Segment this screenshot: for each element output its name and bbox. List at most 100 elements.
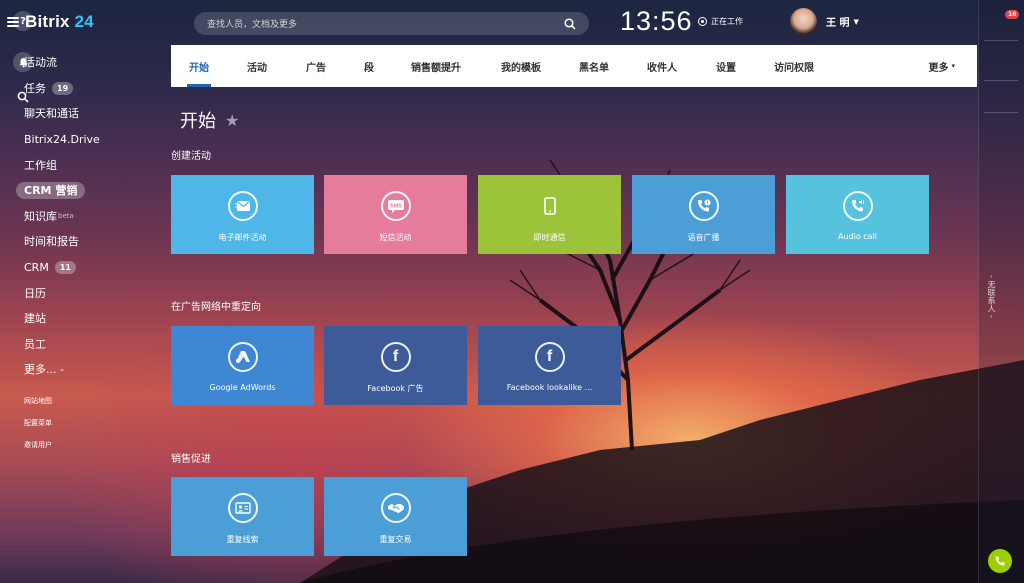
user-name: 王 明 <box>826 18 850 29</box>
sidebar-item-time-reports[interactable]: 时间和报告 <box>16 229 156 255</box>
sidebar-item-label: 知识库 <box>24 209 57 223</box>
tile-label: Google AdWords <box>209 383 276 392</box>
tab-blacklist[interactable]: 黑名单 <box>579 45 609 87</box>
sidebar-item-activity-stream[interactable]: 活动流 <box>16 50 156 76</box>
tile-sms-campaign[interactable]: SMS 短信活动 <box>324 175 467 254</box>
beta-tag: beta <box>58 212 74 221</box>
voice-broadcast-icon <box>688 191 719 221</box>
chevron-down-icon: ▼ <box>853 17 859 26</box>
sidebar-item-crm-marketing[interactable]: CRM 营销 <box>16 178 156 204</box>
sidebar-item-label: 更多... - <box>24 363 64 377</box>
tab-campaigns[interactable]: 活动 <box>247 45 267 87</box>
sidebar-small-links: 网站地图 配置菜单 邀请用户 <box>24 396 52 462</box>
email-icon <box>227 191 258 221</box>
sidebar-item-more[interactable]: 更多... - <box>16 357 156 383</box>
tab-segments[interactable]: 段 <box>364 45 374 87</box>
facebook-icon: f <box>380 342 411 372</box>
sidebar-item-label: 工作组 <box>24 158 57 172</box>
tile-google-adwords[interactable]: Google AdWords <box>171 326 314 405</box>
clock[interactable]: 13:56 <box>620 6 693 37</box>
tile-label: 电子邮件活动 <box>218 233 267 242</box>
sidebar-item-label: CRM 营销 <box>16 182 86 200</box>
page-title: 开始 ★ <box>180 107 239 133</box>
chevron-down-icon: ▾ <box>951 62 955 70</box>
tab-more[interactable]: 更多 ▾ <box>928 45 955 87</box>
repeat-lead-icon <box>227 493 258 523</box>
tile-audio-call[interactable]: Audio call <box>786 175 929 254</box>
tile-label: 语音广播 <box>687 233 720 242</box>
tab-sales-boost[interactable]: 销售额提升 <box>411 45 461 87</box>
tile-messenger[interactable]: 即时通信 <box>478 175 621 254</box>
sidebar-item-calendar[interactable]: 日历 <box>16 280 156 306</box>
handshake-icon <box>380 493 411 523</box>
logo-accent[interactable]: 24 <box>75 12 94 32</box>
sidebar-item-employees[interactable]: 员工 <box>16 332 156 358</box>
tile-label: Facebook 广告 <box>367 384 424 393</box>
tile-repeat-lead[interactable]: 重复线索 <box>171 477 314 556</box>
divider <box>984 80 1018 81</box>
work-status[interactable]: 正在工作 <box>698 16 743 27</box>
sidebar-item-label: 聊天和通话 <box>24 107 79 121</box>
tile-facebook-ads[interactable]: f Facebook 广告 <box>324 326 467 405</box>
sms-icon: SMS <box>380 191 411 221</box>
tab-start[interactable]: 开始 <box>187 45 211 87</box>
sidebar-item-label: Bitrix24.Drive <box>24 133 100 147</box>
sitemap-link[interactable]: 网站地图 <box>24 396 52 418</box>
page-title-text: 开始 <box>180 111 216 132</box>
tile-email-campaign[interactable]: 电子邮件活动 <box>171 175 314 254</box>
help-icon[interactable]: ? <box>13 11 33 31</box>
sidebar-item-crm[interactable]: CRM 11 <box>16 255 156 281</box>
bell-icon[interactable] <box>13 52 33 72</box>
help-badge: 16 <box>1005 10 1020 19</box>
sidebar-item-label: 时间和报告 <box>24 235 79 249</box>
counter-badge: 11 <box>54 261 76 275</box>
sidebar-item-chat[interactable]: 聊天和通话 <box>16 101 156 127</box>
tile-label: 重复交易 <box>379 535 412 544</box>
tile-repeat-deal[interactable]: 重复交易 <box>324 477 467 556</box>
avatar[interactable] <box>790 8 817 35</box>
audio-call-icon <box>842 191 873 221</box>
sidebar-item-knowledge-base[interactable]: 知识库 beta <box>16 204 156 230</box>
sidebar-item-tasks[interactable]: 任务 19 <box>16 76 156 102</box>
tab-ads[interactable]: 广告 <box>306 45 326 87</box>
tile-voice-broadcast[interactable]: 语音广播 <box>632 175 775 254</box>
sidebar-item-sites[interactable]: 建站 <box>16 306 156 332</box>
tile-facebook-lookalike[interactable]: f Facebook lookalike ... <box>478 326 621 405</box>
google-ads-icon <box>227 342 258 372</box>
search-input[interactable]: 查找人员，文档及更多 <box>207 17 564 30</box>
tab-recipients[interactable]: 收件人 <box>647 45 677 87</box>
tab-settings[interactable]: 设置 <box>716 45 736 87</box>
tab-my-templates[interactable]: 我的模板 <box>501 45 541 87</box>
tile-label: Audio call <box>837 232 878 241</box>
sidebar-item-drive[interactable]: Bitrix24.Drive <box>16 127 156 153</box>
divider <box>984 40 1018 41</box>
user-menu[interactable]: 王 明 ▼ <box>790 8 859 35</box>
phone-icon[interactable] <box>988 549 1012 573</box>
tab-access-rights[interactable]: 访问权限 <box>774 45 814 87</box>
contacts-panel-label[interactable]: - 无联系人 - <box>987 275 997 318</box>
search-icon[interactable] <box>13 87 33 107</box>
tile-label: 即时通信 <box>533 233 566 242</box>
star-icon[interactable]: ★ <box>225 111 239 130</box>
tab-more-label: 更多 <box>928 62 949 74</box>
sidebar-item-workgroups[interactable]: 工作组 <box>16 152 156 178</box>
section-title-create-campaign: 创建活动 <box>171 151 211 162</box>
sidebar-item-label: 日历 <box>24 286 46 300</box>
sidebar-item-label: 员工 <box>24 337 46 351</box>
mobile-icon <box>535 191 565 221</box>
section-title-ad-retargeting: 在广告网络中重定向 <box>171 302 261 313</box>
section-title-sales-boost: 销售促进 <box>171 454 211 465</box>
facebook-icon: f <box>534 342 565 372</box>
right-panel <box>978 0 1024 583</box>
work-status-icon <box>698 17 707 26</box>
search-bar[interactable]: 查找人员，文档及更多 <box>194 12 589 35</box>
sidebar-item-label: 建站 <box>24 312 46 326</box>
search-icon[interactable] <box>564 17 576 30</box>
configure-menu-link[interactable]: 配置菜单 <box>24 418 52 440</box>
tile-label: 重复线索 <box>226 535 259 544</box>
work-status-label: 正在工作 <box>711 17 743 26</box>
invite-users-link[interactable]: 邀请用户 <box>24 440 52 462</box>
sidebar-item-label: CRM <box>24 261 49 275</box>
svg-text:SMS: SMS <box>390 204 402 210</box>
tile-label: Facebook lookalike ... <box>506 383 593 392</box>
